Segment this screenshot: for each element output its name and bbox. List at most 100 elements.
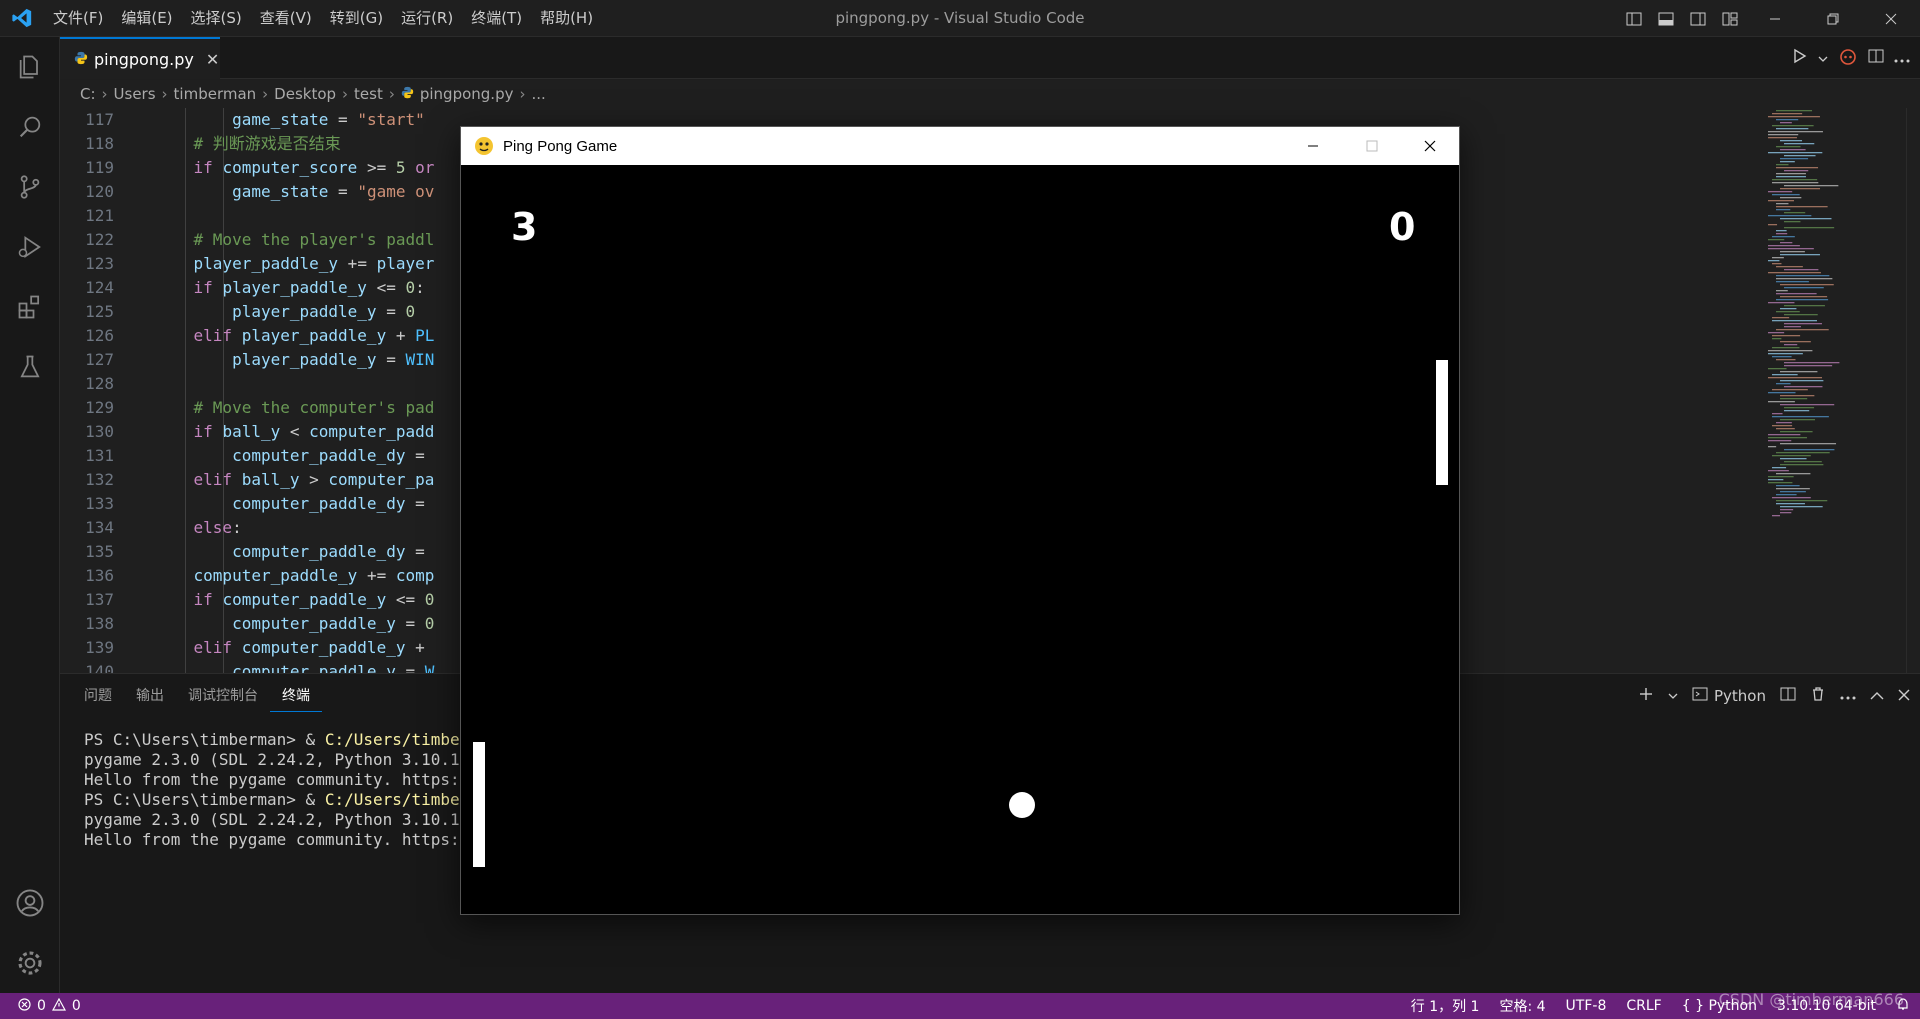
menu-go[interactable]: 转到(G) bbox=[321, 0, 392, 37]
customize-layout-icon[interactable] bbox=[1714, 0, 1746, 37]
code-line: computer_paddle_y = 0 bbox=[232, 614, 435, 633]
code-line: player_paddle_y += player bbox=[193, 254, 435, 273]
toggle-sidebar-icon[interactable] bbox=[1618, 0, 1650, 37]
toggle-panel-icon[interactable] bbox=[1650, 0, 1682, 37]
error-count: 0 bbox=[37, 998, 46, 1014]
end-of-line[interactable]: CRLF bbox=[1616, 998, 1671, 1014]
accounts-icon[interactable] bbox=[0, 873, 60, 933]
computer-paddle bbox=[1436, 360, 1448, 485]
terminal-shell-label[interactable]: Python bbox=[1714, 687, 1766, 705]
game-title-bar[interactable]: Ping Pong Game bbox=[461, 127, 1459, 165]
code-line: player_paddle_y = 0 bbox=[232, 302, 416, 321]
menu-view[interactable]: 查看(V) bbox=[251, 0, 321, 37]
testing-icon[interactable] bbox=[0, 337, 60, 397]
code-line: if ball_y < computer_padd bbox=[193, 422, 435, 441]
line-number: 133 bbox=[85, 494, 114, 513]
menu-selection[interactable]: 选择(S) bbox=[182, 0, 251, 37]
crumb-file[interactable]: pingpong.py bbox=[420, 85, 514, 103]
pygame-snake-icon bbox=[473, 135, 495, 157]
ball bbox=[1009, 792, 1035, 818]
crumb-timberman[interactable]: timberman bbox=[174, 85, 257, 103]
extensions-icon[interactable] bbox=[0, 277, 60, 337]
close-window-icon[interactable] bbox=[1862, 0, 1920, 37]
tab-close-icon[interactable]: ✕ bbox=[206, 50, 219, 69]
source-control-icon[interactable] bbox=[0, 157, 60, 217]
crumb-drive[interactable]: C: bbox=[80, 85, 96, 103]
restore-icon[interactable] bbox=[1804, 0, 1862, 37]
trash-icon[interactable] bbox=[1810, 686, 1826, 706]
watermark: CSDN @timberman666 bbox=[1718, 990, 1904, 1009]
game-minimize-icon[interactable] bbox=[1284, 127, 1342, 165]
tab-problems[interactable]: 问题 bbox=[72, 674, 124, 718]
menu-terminal[interactable]: 终端(T) bbox=[462, 0, 531, 37]
terminal-line: Hello from the pygame community. https:/… bbox=[84, 830, 489, 849]
chevron-down-icon[interactable] bbox=[1668, 687, 1678, 705]
braces-icon: { } bbox=[1681, 998, 1709, 1014]
code-line: if player_paddle_y <= 0: bbox=[193, 278, 425, 297]
line-number: 134 bbox=[85, 518, 114, 537]
crumb-desktop[interactable]: Desktop bbox=[274, 85, 336, 103]
terminal-line: Hello from the pygame community. https:/… bbox=[84, 770, 489, 789]
line-number: 132 bbox=[85, 470, 114, 489]
line-number: 118 bbox=[85, 134, 114, 153]
activity-bar bbox=[0, 37, 60, 993]
new-terminal-plus-icon[interactable] bbox=[1638, 686, 1654, 706]
crumb-users[interactable]: Users bbox=[114, 85, 156, 103]
tab-pingpong[interactable]: pingpong.py ✕ bbox=[60, 37, 220, 79]
game-close-icon[interactable] bbox=[1401, 127, 1459, 165]
run-python-icon[interactable] bbox=[1792, 48, 1808, 68]
terminal-line: pygame 2.3.0 (SDL 2.24.2, Python 3.10.10… bbox=[84, 810, 479, 829]
copilot-icon[interactable] bbox=[1838, 47, 1858, 69]
chevron-right-icon: › bbox=[342, 85, 349, 103]
player-paddle bbox=[473, 742, 485, 867]
tab-terminal[interactable]: 终端 bbox=[270, 681, 322, 712]
tab-debug-console[interactable]: 调试控制台 bbox=[176, 674, 270, 718]
terminal-line: PS C:\Users\timberman> & C:/Users/timber… bbox=[84, 730, 489, 749]
more-actions-icon[interactable] bbox=[1894, 49, 1910, 68]
menu-edit[interactable]: 编辑(E) bbox=[112, 0, 181, 37]
menu-run[interactable]: 运行(R) bbox=[392, 0, 462, 37]
toggle-secondary-sidebar-icon[interactable] bbox=[1682, 0, 1714, 37]
run-debug-icon[interactable] bbox=[0, 217, 60, 277]
line-number-gutter: 117 118 119 120 121 122 123 124 125 126 127 128 129 1… bbox=[60, 108, 155, 673]
line-number: 138 bbox=[85, 614, 114, 633]
more-actions-icon[interactable] bbox=[1840, 687, 1856, 705]
menu-file[interactable]: 文件(F) bbox=[44, 0, 112, 37]
line-number: 124 bbox=[85, 278, 114, 297]
close-panel-icon[interactable] bbox=[1898, 687, 1910, 705]
crumb-test[interactable]: test bbox=[354, 85, 383, 103]
line-number: 129 bbox=[85, 398, 114, 417]
line-number: 127 bbox=[85, 350, 114, 369]
split-terminal-icon[interactable] bbox=[1780, 686, 1796, 706]
menu-bar: 文件(F) 编辑(E) 选择(S) 查看(V) 转到(G) 运行(R) 终端(T… bbox=[44, 0, 602, 37]
settings-gear-icon[interactable] bbox=[0, 933, 60, 993]
error-icon bbox=[18, 997, 31, 1015]
line-number: 136 bbox=[85, 566, 114, 585]
minimize-icon[interactable] bbox=[1746, 0, 1804, 37]
chevron-down-icon[interactable] bbox=[1818, 49, 1828, 68]
line-number: 120 bbox=[85, 182, 114, 201]
line-number: 122 bbox=[85, 230, 114, 249]
code-line: computer_paddle_dy = bbox=[232, 494, 425, 513]
editor-scrollbar[interactable] bbox=[1906, 108, 1920, 673]
tab-output[interactable]: 输出 bbox=[124, 674, 176, 718]
crumb-symbol[interactable]: ... bbox=[531, 85, 545, 103]
line-number: 135 bbox=[85, 542, 114, 561]
game-maximize-icon bbox=[1343, 127, 1401, 165]
line-number: 123 bbox=[85, 254, 114, 273]
explorer-icon[interactable] bbox=[0, 37, 60, 97]
split-editor-icon[interactable] bbox=[1868, 48, 1884, 68]
maximize-panel-icon[interactable] bbox=[1870, 687, 1884, 705]
encoding[interactable]: UTF-8 bbox=[1556, 998, 1617, 1014]
game-canvas[interactable]: 3 0 bbox=[461, 165, 1459, 914]
python-file-icon bbox=[401, 85, 414, 103]
search-icon[interactable] bbox=[0, 97, 60, 157]
minimap[interactable] bbox=[1760, 108, 1880, 528]
terminal-output[interactable]: PS C:\Users\timberman> & C:/Users/timber… bbox=[84, 730, 489, 850]
code-line: player_paddle_y = WIN bbox=[232, 350, 435, 369]
indentation[interactable]: 空格: 4 bbox=[1489, 996, 1555, 1016]
line-number: 126 bbox=[85, 326, 114, 345]
cursor-position[interactable]: 行 1，列 1 bbox=[1401, 996, 1490, 1016]
menu-help[interactable]: 帮助(H) bbox=[531, 0, 602, 37]
problems-status[interactable]: 0 0 bbox=[0, 997, 81, 1015]
